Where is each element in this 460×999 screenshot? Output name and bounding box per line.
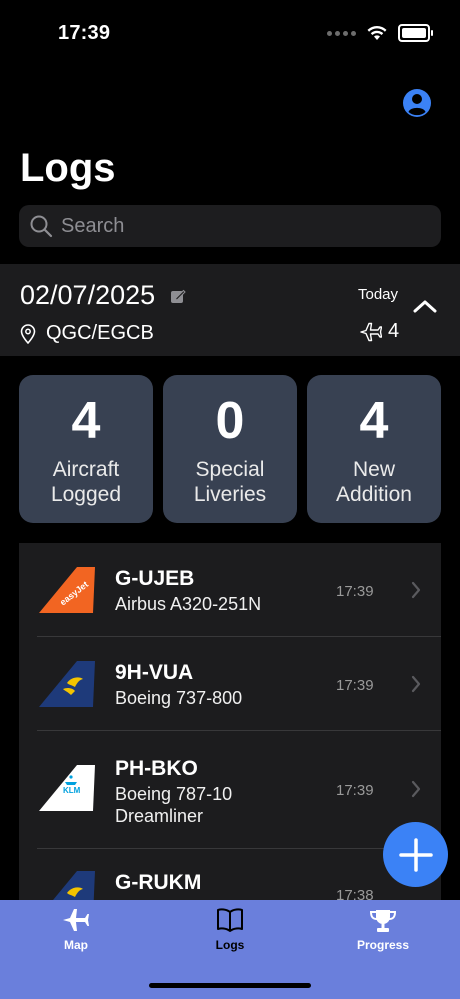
klm-tail-icon: KLM [39,765,95,811]
ryanair-tail-icon [50,871,95,903]
book-icon [217,908,243,932]
status-time: 17:39 [58,22,111,44]
wifi-icon [367,25,387,40]
aircraft-model: Boeing 787-10 Dreamliner [115,784,233,826]
search-input[interactable] [59,213,423,239]
tab-progress[interactable]: Progress [323,900,443,960]
search-bar[interactable] [19,205,441,247]
home-indicator [149,983,311,988]
aircraft-row[interactable]: easyJet G-UJEB Airbus A320-251N 17:39 [19,543,441,637]
aircraft-model: Airbus A320-251N [115,594,262,614]
location-pin-icon [20,324,36,344]
trophy-icon [369,910,397,932]
plus-icon [398,837,433,872]
stat-value: 4 [71,392,101,450]
session-location: QGC/EGCB [46,322,154,344]
tab-label: Map [64,938,88,952]
aircraft-row[interactable]: KLM PH-BKO Boeing 787-10 Dreamliner 17:3… [19,731,441,849]
profile-icon[interactable] [402,88,432,118]
stat-label: Aircraft Logged [50,458,122,506]
aircraft-registration: 9H-VUA [115,661,194,684]
easyjet-tail-icon: easyJet [39,567,95,613]
stat-card-special-liveries[interactable]: 0 Special Liveries [163,375,297,523]
airplane-icon [63,909,89,931]
edit-icon[interactable] [170,288,186,304]
log-time: 17:39 [336,677,374,694]
today-label: Today [358,286,399,303]
stat-label: New Addition [336,458,412,506]
stat-card-new-addition[interactable]: 4 New Addition [307,375,441,523]
chevron-up-icon[interactable] [413,298,437,314]
add-log-button[interactable] [383,822,448,887]
chevron-right-icon [411,780,421,798]
ryanair-tail-icon [39,661,95,707]
aircraft-registration: PH-BKO [115,757,198,780]
chevron-right-icon [411,675,421,693]
cellular-signal-icon [327,30,356,36]
tab-label: Logs [215,938,245,952]
svg-text:KLM: KLM [63,786,81,795]
stat-value: 4 [359,392,389,450]
aircraft-registration: G-UJEB [115,567,195,590]
session-header[interactable]: 02/07/2025 QGC/EGCB Today 4 [0,264,460,356]
stat-label: Special Liveries [193,458,267,506]
tab-label: Progress [356,938,410,952]
battery-icon [398,24,433,42]
tab-map[interactable]: Map [16,900,136,960]
log-time: 17:39 [336,583,374,600]
stat-card-aircraft-logged[interactable]: 4 Aircraft Logged [19,375,153,523]
stat-value: 0 [215,392,245,450]
aircraft-row[interactable]: G-RUKM 17:38 [19,849,441,903]
aircraft-row[interactable]: 9H-VUA Boeing 737-800 17:39 [19,637,441,731]
airplane-icon [360,322,382,342]
tab-logs[interactable]: Logs [170,900,290,960]
search-icon [30,215,53,238]
session-date: 02/07/2025 [20,280,156,310]
status-icons [327,24,433,42]
chevron-right-icon [411,581,421,599]
session-aircraft-count: 4 [388,320,400,342]
log-time: 17:39 [336,782,374,799]
aircraft-list[interactable]: easyJet G-UJEB Airbus A320-251N 17:39 9H… [19,543,441,903]
aircraft-model: Boeing 737-800 [115,688,243,708]
aircraft-registration: G-RUKM [115,871,202,894]
page-title: Logs [20,146,116,190]
